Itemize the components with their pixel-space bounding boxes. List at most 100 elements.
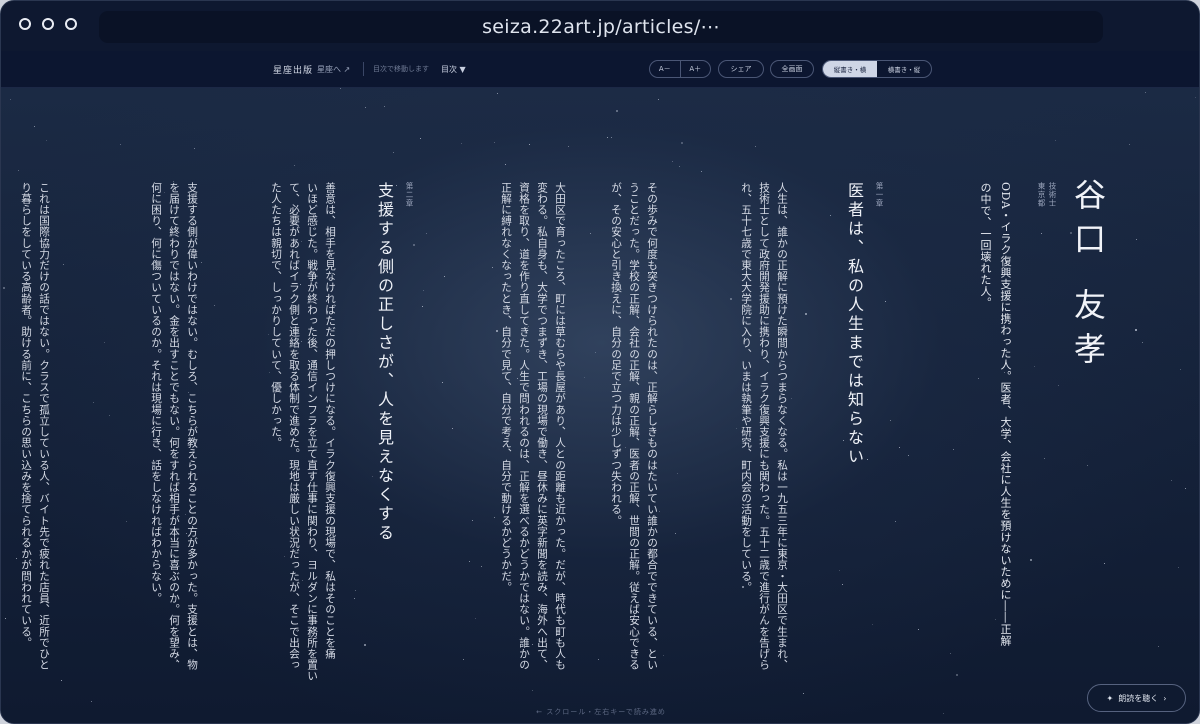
paragraph: 支援する側が偉いわけではない。むしろ、こちらが教えられることの方が多かった。支援… xyxy=(147,182,201,670)
star-particle xyxy=(18,169,20,171)
star-particle xyxy=(3,286,6,289)
star-particle xyxy=(741,585,744,588)
star-particle xyxy=(308,400,310,402)
star-particle xyxy=(680,141,683,144)
toc-dropdown[interactable]: 目次 ▼ xyxy=(441,51,466,87)
chapter-title: 医者は、私の人生までは知らない xyxy=(845,182,864,467)
author-name-family: 谷口 xyxy=(1069,178,1107,266)
mode-horizontal-button[interactable]: 横書き・縦 xyxy=(877,61,931,77)
star-particle xyxy=(91,700,93,702)
star-particle xyxy=(671,160,673,162)
star-particle xyxy=(611,137,613,139)
listen-button[interactable]: ✦ 朗読を聴く › xyxy=(1087,684,1186,712)
star-particle xyxy=(616,110,619,113)
star-particle xyxy=(33,126,35,128)
text-line: が、その安心と引き換えに、自分の足で立つ力は少しずつ失われる。 xyxy=(610,182,622,527)
star-particle xyxy=(383,106,385,108)
star-particle xyxy=(949,652,951,654)
star-particle xyxy=(189,441,191,443)
text-line: いほど感じた。戦争が終わった後、通信インフラを立て直す仕事に関わり、ヨルダンに事… xyxy=(306,182,318,682)
mode-vertical-button[interactable]: 縦書き・横 xyxy=(823,61,877,77)
fullscreen-button[interactable]: 全画面 xyxy=(770,60,814,78)
star-particle xyxy=(802,693,804,695)
text-line: 何に困り、何に傷ついているのか。それは現場に行き、話をしなければわからない。 xyxy=(150,182,162,604)
star-particle xyxy=(1195,96,1197,98)
paragraph: 大田区で育ったころ、町には草むらや長屋があり、人との距離も近かった。だが、時代も… xyxy=(497,182,569,670)
star-particle xyxy=(677,472,679,474)
star-particle xyxy=(597,659,599,661)
browser-chrome: seiza.22art.jp/articles/⋯ xyxy=(1,1,1199,51)
address-bar[interactable]: seiza.22art.jp/articles/⋯ xyxy=(99,11,1103,43)
star-particle xyxy=(422,290,424,292)
site-brand[interactable]: 星座出版 xyxy=(273,51,313,87)
star-particle xyxy=(956,674,959,677)
star-particle xyxy=(471,520,473,522)
window-controls xyxy=(19,18,77,30)
star-particle xyxy=(4,618,6,620)
url-text: seiza.22art.jp/articles/⋯ xyxy=(482,16,720,38)
star-particle xyxy=(729,298,732,301)
star-particle xyxy=(889,420,891,422)
lead-line: の中で、一回壊れた人。 xyxy=(979,182,992,309)
star-particle xyxy=(421,306,423,308)
star-particle xyxy=(804,313,807,316)
minimize-window-icon[interactable] xyxy=(42,18,54,30)
font-larger-button[interactable]: A＋ xyxy=(679,61,711,77)
share-button[interactable]: シェア xyxy=(718,60,764,78)
star-particle xyxy=(364,106,366,108)
star-particle xyxy=(1178,567,1180,569)
text-line: れ、五十七歳で東大大学院に入り、いまは執筆や研究、町内会の活動をしている。 xyxy=(740,182,752,593)
star-particle xyxy=(389,364,392,367)
star-particle xyxy=(1069,232,1072,235)
font-smaller-button[interactable]: A－ xyxy=(650,61,680,77)
text-line: 支援する側が偉いわけではない。むしろ、こちらが教えられることの方が多かった。支援… xyxy=(186,182,198,671)
chevron-right-icon: › xyxy=(1163,693,1167,703)
article-canvas[interactable]: 谷口友孝 東京都 技術士 ODA・イラク復興支援に携わった人。医者、大学、会社に… xyxy=(1,88,1199,723)
star-particle xyxy=(126,520,128,522)
star-particle xyxy=(606,137,608,139)
star-particle xyxy=(658,98,660,100)
star-particle xyxy=(791,397,793,399)
star-particle xyxy=(92,402,94,404)
author-name-given: 友孝 xyxy=(1069,288,1107,376)
close-window-icon[interactable] xyxy=(19,18,31,30)
text-line: その歩みで何度も突きつけられたのは、正解らしきものはたいてい誰かの都合でできてい… xyxy=(646,182,658,671)
star-particle xyxy=(1141,342,1143,344)
star-particle xyxy=(340,88,342,90)
star-particle xyxy=(594,352,596,354)
star-particle xyxy=(460,142,462,144)
scroll-hint: ← スクロール・左右キーで読み進め xyxy=(536,708,666,716)
star-particle xyxy=(908,455,910,457)
star-particle xyxy=(884,300,886,302)
star-particle xyxy=(300,240,302,242)
star-particle xyxy=(1086,465,1088,467)
star-particle xyxy=(1184,488,1186,490)
home-link[interactable]: 星座へ ↗ xyxy=(317,51,350,87)
text-line: うことだった。学校の正解、会社の正解、親の正解、医者の正解、世間の正解。従えば安… xyxy=(628,182,640,671)
chapter-label: 第二章 xyxy=(405,182,414,208)
star-particle xyxy=(679,166,681,168)
star-particle xyxy=(493,142,495,144)
star-particle xyxy=(294,164,296,166)
star-particle xyxy=(393,152,395,154)
star-particle xyxy=(173,180,175,182)
star-particle xyxy=(396,184,398,186)
lead-line: ODA・イラク復興支援に携わった人。医者、大学、会社に人生を預けないために――正… xyxy=(999,182,1012,647)
text-line: 変わる。私自身も、大学でつまずき、工場の現場で働き、昼休みに英字新聞を読み、海外… xyxy=(536,182,548,671)
star-particle xyxy=(462,658,464,660)
listen-label: 朗読を聴く xyxy=(1118,693,1159,703)
star-particle xyxy=(119,143,121,145)
star-particle xyxy=(662,655,664,657)
star-particle xyxy=(354,598,356,600)
star-particle xyxy=(1104,562,1106,564)
chapter-title: 支援する側の正しさが、人を見えなくする xyxy=(375,182,394,543)
star-particle xyxy=(1134,328,1137,331)
star-particle xyxy=(583,376,585,378)
star-particle xyxy=(442,382,444,384)
star-particle xyxy=(29,291,31,293)
star-particle xyxy=(268,371,270,373)
star-particle xyxy=(60,679,62,681)
maximize-window-icon[interactable] xyxy=(65,18,77,30)
star-particle xyxy=(413,244,415,247)
star-particle xyxy=(496,93,498,95)
